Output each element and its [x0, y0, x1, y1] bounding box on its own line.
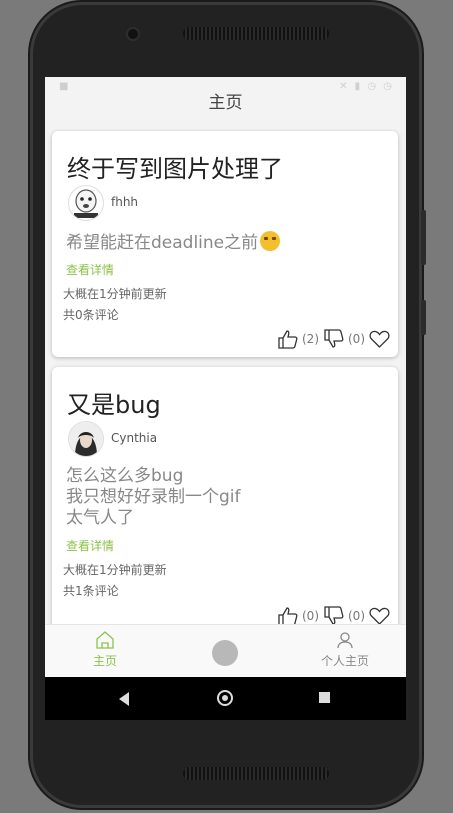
view-details-link[interactable]: 查看详情	[66, 537, 114, 554]
screen: ■ ✕ ▮ ◷ ◷ 主页 终于写到图片处理了 fhhh 希望能赶在deadlin…	[45, 77, 406, 720]
dislike-count: (0)	[348, 609, 365, 623]
thumbs-up-icon[interactable]	[277, 606, 299, 624]
nav-profile-tab[interactable]: 个人主页	[313, 631, 377, 669]
post-card[interactable]: 终于写到图片处理了 fhhh 希望能赶在deadline之前 查看详情 大概在1…	[52, 131, 398, 357]
avatar[interactable]	[68, 421, 104, 457]
comment-count[interactable]: 共1条评论	[63, 582, 119, 599]
angry-emoji-icon	[260, 231, 281, 251]
nav-profile-label: 个人主页	[320, 654, 369, 668]
home-icon	[95, 631, 115, 652]
thumbs-down-icon[interactable]	[323, 606, 345, 624]
recents-icon[interactable]	[319, 692, 330, 703]
home-circle-icon[interactable]	[217, 690, 233, 706]
post-feed[interactable]: 终于写到图片处理了 fhhh 希望能赶在deadline之前 查看详情 大概在1…	[45, 129, 406, 624]
thumbs-up-icon[interactable]	[277, 329, 299, 349]
post-body: 希望能赶在deadline之前	[66, 231, 281, 254]
post-title: 又是bug	[67, 391, 161, 419]
avatar[interactable]	[68, 185, 104, 221]
page-title: 主页	[208, 93, 243, 113]
front-camera	[128, 29, 138, 39]
heart-icon[interactable]	[369, 607, 390, 624]
post-card[interactable]: 又是bug Cynthia 怎么这么多bug 我只想好好录制一个gif 太气人了…	[52, 367, 398, 624]
author-name[interactable]: Cynthia	[111, 431, 157, 445]
like-count: (0)	[302, 609, 319, 623]
top-speaker	[183, 27, 329, 40]
view-details-link[interactable]: 查看详情	[66, 261, 114, 278]
post-body: 怎么这么多bug 我只想好好录制一个gif 太气人了	[66, 466, 241, 528]
author-name[interactable]: fhhh	[111, 195, 138, 209]
like-count: (2)	[302, 332, 319, 346]
power-button	[421, 300, 426, 335]
updated-time: 大概在1分钟前更新	[63, 563, 167, 577]
nav-home-tab[interactable]: 主页	[87, 631, 123, 669]
post-actions: (0) (0)	[277, 606, 390, 624]
thumbs-down-icon[interactable]	[323, 329, 345, 349]
bottom-navigation: 主页 个人主页	[45, 624, 406, 678]
post-title: 终于写到图片处理了	[67, 155, 283, 183]
updated-time: 大概在1分钟前更新	[63, 287, 167, 301]
nav-home-label: 主页	[92, 654, 117, 668]
post-body-text: 希望能赶在deadline之前	[66, 233, 259, 253]
nav-center-button[interactable]	[212, 640, 238, 666]
post-actions: (2) (0)	[277, 329, 390, 349]
person-icon	[336, 631, 354, 652]
bottom-speaker	[183, 767, 329, 780]
system-navigation-bar	[45, 677, 406, 720]
back-icon[interactable]	[119, 692, 129, 706]
comment-count[interactable]: 共0条评论	[63, 306, 119, 323]
volume-button	[421, 210, 426, 265]
dislike-count: (0)	[348, 332, 365, 346]
heart-icon[interactable]	[369, 330, 390, 348]
